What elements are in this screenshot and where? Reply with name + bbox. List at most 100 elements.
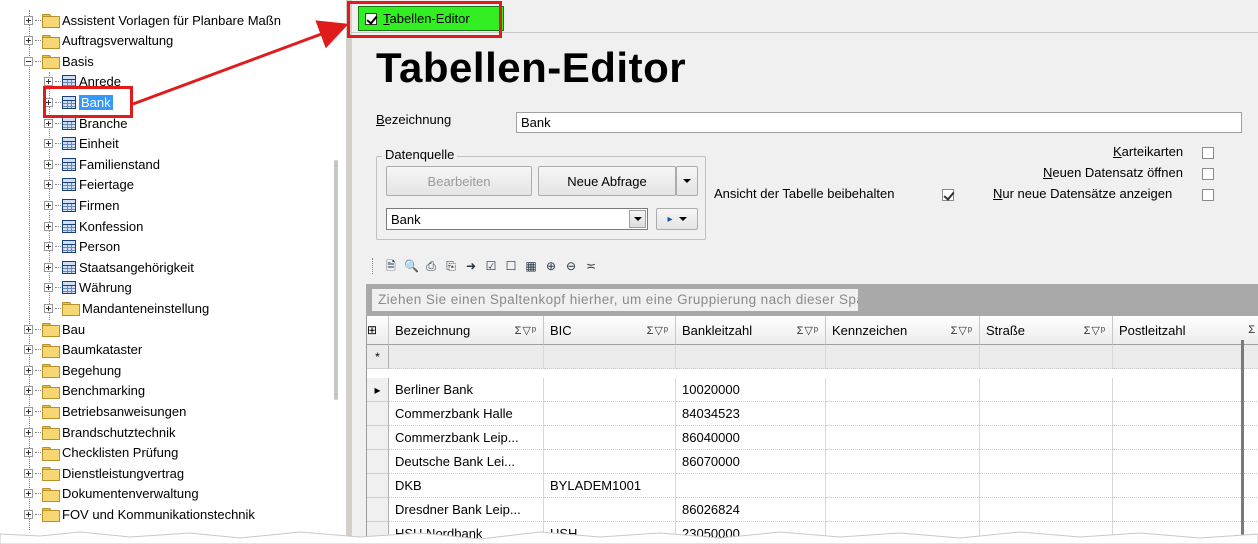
table-cell[interactable]	[1113, 426, 1258, 450]
expand-plus-icon[interactable]	[24, 365, 33, 375]
table-cell[interactable]: 86026824	[676, 498, 826, 522]
table-cell[interactable]	[676, 474, 826, 498]
tree-item[interactable]: Einheit	[44, 134, 119, 154]
table-cell[interactable]	[1113, 402, 1258, 426]
row-selector[interactable]: ▸	[367, 378, 389, 402]
expand-plus-icon[interactable]	[24, 15, 33, 25]
bezeichnung-input[interactable]	[516, 112, 1242, 133]
table-cell[interactable]	[980, 498, 1113, 522]
expand-plus-icon[interactable]	[44, 180, 53, 190]
expand-plus-icon[interactable]	[44, 159, 53, 169]
collapse-minus-icon[interactable]	[24, 56, 33, 66]
new-document-icon[interactable]: 🗎	[384, 259, 398, 273]
column-filter-icons[interactable]: Σ▽ᵖ	[1084, 324, 1106, 337]
expand-plus-icon[interactable]	[44, 139, 53, 149]
karteikarten-checkbox[interactable]	[1202, 147, 1214, 159]
search-icon[interactable]: 🔍	[404, 259, 419, 273]
neue-abfrage-button[interactable]: Neue Abfrage	[538, 166, 676, 196]
expand-plus-icon[interactable]	[24, 324, 33, 334]
table-cell[interactable]: Berliner Bank	[389, 378, 544, 402]
table-cell[interactable]: 10020000	[676, 378, 826, 402]
expand-plus-icon[interactable]	[24, 427, 33, 437]
table-cell[interactable]	[826, 426, 980, 450]
table-cell[interactable]	[1113, 474, 1258, 498]
table-cell[interactable]	[980, 402, 1113, 426]
tree-item[interactable]: Bau	[24, 319, 85, 339]
print-icon[interactable]: ⎙	[424, 259, 438, 273]
collapse-icon[interactable]: ⊖	[564, 259, 578, 273]
expand-plus-icon[interactable]	[44, 283, 53, 293]
expand-plus-icon[interactable]	[24, 489, 33, 499]
table-cell[interactable]: Commerzbank Halle	[389, 402, 544, 426]
group-by-area[interactable]: Ziehen Sie einen Spaltenkopf hierher, um…	[366, 284, 1258, 316]
tree-item[interactable]: Baumkataster	[24, 340, 142, 360]
export-icon[interactable]: ➜	[464, 259, 478, 273]
tree-item[interactable]: Checklisten Prüfung	[24, 443, 178, 463]
expand-plus-icon[interactable]	[44, 118, 53, 128]
row-selector[interactable]	[367, 426, 389, 450]
table-cell[interactable]	[826, 378, 980, 402]
tree-item[interactable]: Mandanteneinstellung	[44, 298, 209, 318]
table-cell[interactable]	[826, 474, 980, 498]
table-cell[interactable]	[1113, 378, 1258, 402]
keep-view-checkbox[interactable]	[942, 189, 954, 201]
expand-plus-icon[interactable]	[44, 221, 53, 231]
grid-settings-icon[interactable]: ≍	[584, 259, 598, 273]
table-row[interactable]: Dresdner Bank Leip... 86026824	[367, 498, 1258, 522]
table-row[interactable]: Deutsche Bank Lei... 86070000	[367, 450, 1258, 474]
new-record-checkbox[interactable]	[1202, 168, 1214, 180]
tree-item[interactable]: Firmen	[44, 195, 119, 215]
table-cell[interactable]	[544, 402, 676, 426]
table-cell[interactable]: Commerzbank Leip...	[389, 426, 544, 450]
column-header-kennzeichen[interactable]: Kennzeichen Σ▽ᵖ	[826, 316, 980, 345]
row-selector[interactable]	[367, 402, 389, 426]
tree-item[interactable]: Betriebsanweisungen	[24, 401, 186, 421]
row-selector[interactable]	[367, 474, 389, 498]
expand-plus-icon[interactable]	[44, 262, 53, 272]
table-cell[interactable]	[1113, 498, 1258, 522]
table-cell[interactable]	[544, 450, 676, 474]
checkbox-icon[interactable]: ☑	[484, 259, 498, 273]
neue-abfrage-dropdown-button[interactable]	[676, 166, 698, 196]
table-cell[interactable]	[826, 450, 980, 474]
expand-plus-icon[interactable]	[44, 77, 53, 87]
column-header-strasse[interactable]: Straße Σ▽ᵖ	[980, 316, 1113, 345]
only-new-checkbox[interactable]	[1202, 189, 1214, 201]
expand-plus-icon[interactable]	[24, 406, 33, 416]
table-cell[interactable]: Deutsche Bank Lei...	[389, 450, 544, 474]
column-header-bezeichnung[interactable]: Bezeichnung Σ▽ᵖ	[389, 316, 544, 345]
expand-plus-icon[interactable]	[24, 509, 33, 519]
table-cell[interactable]	[544, 378, 676, 402]
table-cell[interactable]	[980, 426, 1113, 450]
table-cell[interactable]	[544, 426, 676, 450]
expand-plus-icon[interactable]	[44, 200, 53, 210]
column-header-bic[interactable]: BIC Σ▽ᵖ	[544, 316, 676, 345]
tree-item[interactable]: Konfession	[44, 216, 143, 236]
column-filter-icons[interactable]: Σ▽ᵖ	[647, 324, 669, 337]
expand-plus-icon[interactable]	[24, 36, 33, 46]
table-cell[interactable]	[544, 498, 676, 522]
table-cell[interactable]	[1113, 450, 1258, 474]
table-cell[interactable]: 84034523	[676, 402, 826, 426]
column-header-postleitzahl[interactable]: Postleitzahl Σ	[1113, 316, 1258, 345]
row-selector[interactable]	[367, 450, 389, 474]
table-cell[interactable]: 86070000	[676, 450, 826, 474]
expand-plus-icon[interactable]	[44, 242, 53, 252]
tree-item[interactable]: Assistent Vorlagen für Planbare Maßn	[24, 10, 281, 30]
expand-plus-icon[interactable]	[24, 386, 33, 396]
window-icon[interactable]: ☐	[504, 259, 518, 273]
tree-item[interactable]: Währung	[44, 278, 132, 298]
expand-icon[interactable]: ⊕	[544, 259, 558, 273]
tree-item[interactable]: Begehung	[24, 360, 121, 380]
row-selector[interactable]	[367, 498, 389, 522]
print-preview-icon[interactable]: ⎘	[444, 259, 458, 273]
table-cell[interactable]: 86040000	[676, 426, 826, 450]
datenquelle-select[interactable]: Bank	[386, 208, 648, 230]
bearbeiten-button[interactable]: Bearbeiten	[386, 166, 532, 196]
datenquelle-navigate-button[interactable]: ▸	[656, 208, 698, 230]
tree-item[interactable]: Benchmarking	[24, 381, 145, 401]
tree-item[interactable]: Brandschutztechnik	[24, 422, 175, 442]
table-cell[interactable]: Dresdner Bank Leip...	[389, 498, 544, 522]
tree-item[interactable]: Familienstand	[44, 154, 160, 174]
table-cell[interactable]	[980, 474, 1113, 498]
